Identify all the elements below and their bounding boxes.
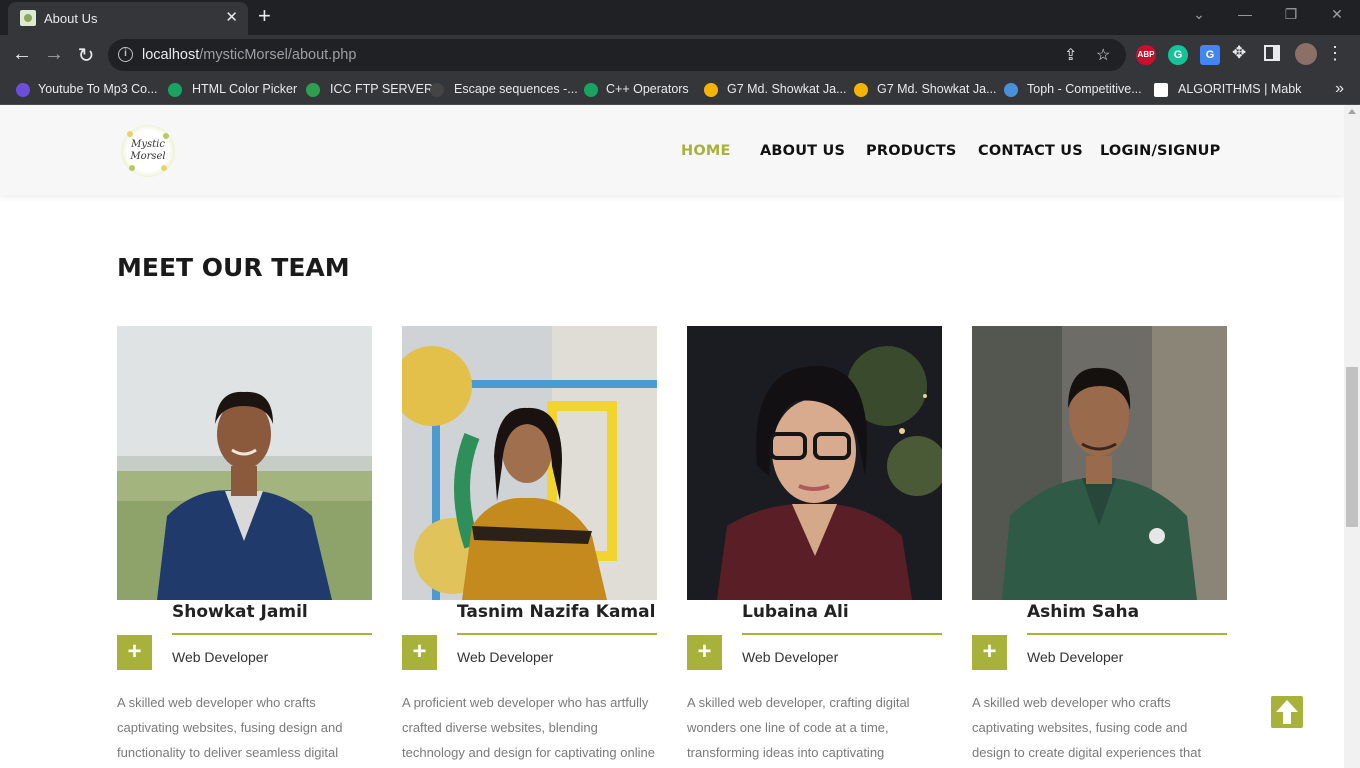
bookmark-4-icon (584, 83, 598, 97)
bookmark-6-icon (854, 83, 868, 97)
extensions-puzzle-icon[interactable]: ✥ (1232, 43, 1246, 63)
page-viewport: Mystic Morsel HOME ABOUT US PRODUCTS CON… (0, 105, 1344, 768)
tab-close-icon[interactable]: ✕ (225, 8, 238, 26)
tab-strip: About Us ✕ + ⌄ — ❐ ✕ (0, 0, 1360, 35)
team-card: Tasnim Nazifa Kamal + Web Developer A pr… (402, 326, 657, 768)
bookmark-1[interactable]: HTML Color Picker (192, 82, 297, 96)
member-name: Lubaina Ali (742, 602, 849, 622)
bookmark-6[interactable]: G7 Md. Showkat Ja... (877, 82, 997, 96)
site-favicon-icon (20, 10, 36, 26)
team-card: Ashim Saha + Web Developer A skilled web… (972, 326, 1227, 768)
close-window-button[interactable]: ✕ (1322, 6, 1352, 23)
bookmark-5-icon (704, 83, 718, 97)
bookmark-5[interactable]: G7 Md. Showkat Ja... (727, 82, 847, 96)
new-tab-button[interactable]: + (258, 3, 271, 29)
nav-contact-us[interactable]: CONTACT US (978, 143, 1083, 159)
member-description: A proficient web developer who has artfu… (402, 695, 655, 760)
bookmark-2[interactable]: ICC FTP SERVER (330, 82, 433, 96)
grammarly-extension-icon[interactable]: G (1168, 45, 1188, 65)
tab-title: About Us (44, 11, 98, 26)
bookmark-1-icon (168, 83, 182, 97)
member-name: Showkat Jamil (172, 602, 308, 622)
team-photo (972, 326, 1227, 600)
member-name: Ashim Saha (1027, 602, 1140, 622)
team-photo (402, 326, 657, 600)
bookmark-0[interactable]: Youtube To Mp3 Co... (38, 82, 158, 96)
member-role: Web Developer (172, 649, 269, 665)
expand-plus-button[interactable]: + (687, 635, 722, 670)
member-role: Web Developer (742, 649, 839, 665)
url-text[interactable]: localhost/mysticMorsel/about.php (142, 47, 356, 63)
browser-toolbar: ← → ↻ i localhost/mysticMorsel/about.php… (0, 35, 1360, 75)
logo-text: Mystic Morsel (130, 139, 166, 162)
site-info-icon[interactable]: i (118, 47, 133, 62)
section-title: MEET OUR TEAM (117, 253, 350, 282)
reload-icon[interactable]: ↻ (74, 43, 98, 68)
member-description: A skilled web developer, crafting digita… (687, 695, 910, 760)
bookmark-star-icon[interactable]: ☆ (1096, 45, 1110, 65)
url-host: localhost (142, 47, 200, 63)
nav-login-signup[interactable]: LOGIN/SIGNUP (1100, 143, 1220, 159)
nav-about-us[interactable]: ABOUT US (760, 143, 845, 159)
scroll-to-top-button[interactable] (1271, 696, 1303, 728)
bookmark-2-icon (306, 83, 320, 97)
bookmark-4[interactable]: C++ Operators (606, 82, 689, 96)
scrollbar-thumb[interactable] (1346, 367, 1358, 527)
bookmarks-overflow-icon[interactable]: » (1335, 80, 1344, 98)
team-photo (117, 326, 372, 600)
logo-flower-icon (161, 165, 167, 171)
tab-search-icon[interactable]: ⌄ (1184, 6, 1214, 23)
expand-plus-button[interactable]: + (972, 635, 1007, 670)
bookmark-0-icon (16, 83, 30, 97)
member-role: Web Developer (457, 649, 554, 665)
bookmark-3-icon (430, 83, 444, 97)
logo-flower-icon (127, 131, 133, 137)
member-description: A skilled web developer who crafts capti… (117, 695, 343, 760)
address-bar[interactable]: i localhost/mysticMorsel/about.php ⇪ ☆ (108, 39, 1126, 71)
restore-button[interactable]: ❐ (1276, 6, 1306, 23)
scroll-up-arrow-icon[interactable] (1348, 109, 1356, 114)
minimize-button[interactable]: — (1230, 6, 1260, 22)
active-tab[interactable]: About Us ✕ (8, 2, 248, 35)
nav-home[interactable]: HOME (681, 143, 731, 159)
name-divider (457, 633, 657, 635)
member-role: Web Developer (1027, 649, 1124, 665)
expand-plus-button[interactable]: + (402, 635, 437, 670)
forward-arrow-icon[interactable]: → (42, 43, 66, 66)
bookmark-7-icon (1004, 83, 1018, 97)
side-panel-icon[interactable] (1264, 45, 1280, 61)
profile-avatar[interactable] (1295, 43, 1317, 65)
nav-products[interactable]: PRODUCTS (866, 143, 957, 159)
site-header: Mystic Morsel HOME ABOUT US PRODUCTS CON… (0, 105, 1344, 195)
site-logo[interactable]: Mystic Morsel (121, 125, 175, 177)
page-scrollbar[interactable] (1344, 105, 1360, 768)
team-card: Showkat Jamil + Web Developer A skilled … (117, 326, 372, 768)
bookmark-3[interactable]: Escape sequences -... (454, 82, 578, 96)
adblock-extension-icon[interactable]: ABP (1136, 45, 1156, 65)
name-divider (742, 633, 942, 635)
team-photo (687, 326, 942, 600)
arrow-up-icon (1276, 700, 1298, 724)
browser-menu-icon[interactable]: ⋮ (1326, 43, 1344, 64)
bookmark-8[interactable]: ALGORITHMS | Mabk (1178, 82, 1301, 96)
bookmarks-bar: Youtube To Mp3 Co... HTML Color Picker I… (0, 75, 1360, 105)
name-divider (1027, 633, 1227, 635)
name-divider (172, 633, 372, 635)
bookmark-8-icon (1154, 83, 1168, 97)
translate-extension-icon[interactable]: G (1200, 45, 1220, 65)
expand-plus-button[interactable]: + (117, 635, 152, 670)
member-name: Tasnim Nazifa Kamal (457, 602, 656, 622)
url-path: /mysticMorsel/about.php (199, 47, 357, 63)
bookmark-7[interactable]: Toph - Competitive... (1027, 82, 1142, 96)
share-icon[interactable]: ⇪ (1064, 45, 1077, 65)
back-arrow-icon[interactable]: ← (10, 43, 34, 66)
logo-leaf-icon (129, 165, 135, 171)
member-description: A skilled web developer who crafts capti… (972, 695, 1202, 760)
team-card: Lubaina Ali + Web Developer A skilled we… (687, 326, 942, 768)
